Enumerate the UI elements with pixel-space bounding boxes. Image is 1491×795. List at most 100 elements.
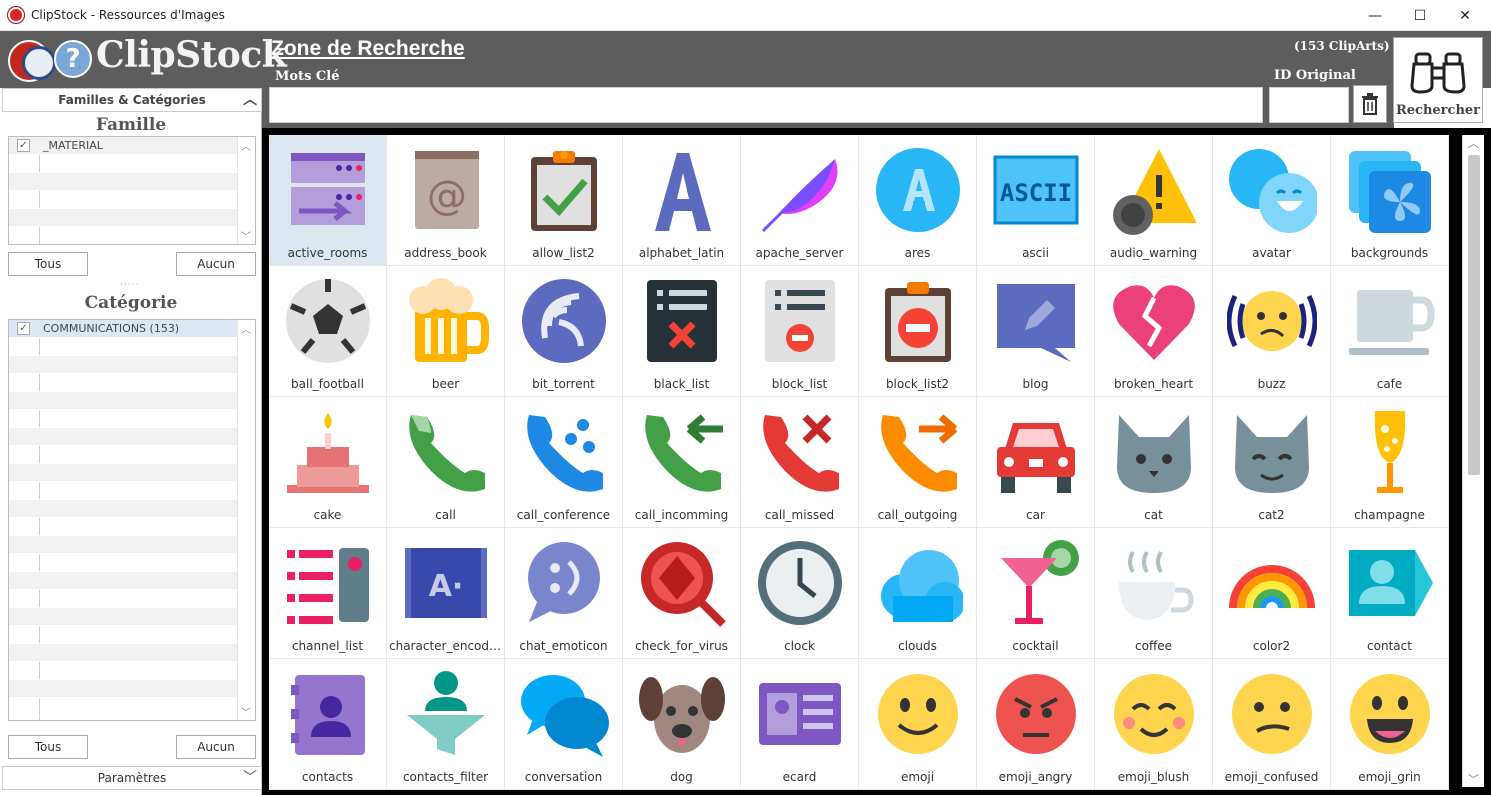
clipart-tile[interactable]: beer xyxy=(387,266,505,397)
clipart-tile[interactable]: blog xyxy=(977,266,1095,397)
clipart-tile[interactable]: cafe xyxy=(1331,266,1449,397)
scrollbar-thumb[interactable] xyxy=(1468,155,1480,475)
clipart-tile[interactable]: champagne xyxy=(1331,397,1449,528)
clipart-tile[interactable]: clock xyxy=(741,528,859,659)
clipart-label: emoji_grin xyxy=(1358,770,1421,784)
clipart-tile[interactable]: alphabet_latin xyxy=(623,135,741,266)
svg-text:ASCII: ASCII xyxy=(1000,179,1072,207)
clipart-label: broken_heart xyxy=(1113,377,1194,391)
clipart-tile[interactable]: contacts xyxy=(269,659,387,790)
categorie-none-button[interactable]: Aucun xyxy=(176,735,256,759)
clipart-tile[interactable]: avatar xyxy=(1213,135,1331,266)
clipart-tile[interactable]: cat xyxy=(1095,397,1213,528)
conversation-icon xyxy=(521,675,609,757)
clipart-tile[interactable]: coffee xyxy=(1095,528,1213,659)
clipart-tile[interactable]: A· character_encoding xyxy=(387,528,505,659)
clipart-tile[interactable]: cocktail xyxy=(977,528,1095,659)
clipart-tile[interactable]: call_incomming xyxy=(623,397,741,528)
minimize-button[interactable]: — xyxy=(1352,0,1398,31)
clipart-tile[interactable]: ecard xyxy=(741,659,859,790)
clipart-label: ecard xyxy=(782,770,817,784)
clipart-tile[interactable]: call xyxy=(387,397,505,528)
title-bar: ClipStock - Ressources d'Images — ☐ ✕ xyxy=(0,0,1491,31)
clipart-tile[interactable]: call_missed xyxy=(741,397,859,528)
checkbox[interactable]: ✓ xyxy=(17,139,30,152)
categorie-item[interactable]: ✓ COMMUNICATIONS (153) xyxy=(9,320,255,338)
clipart-tile[interactable]: emoji_grin xyxy=(1331,659,1449,790)
clear-button[interactable] xyxy=(1353,85,1387,123)
logo-text: ClipStock xyxy=(96,34,287,76)
close-button[interactable]: ✕ xyxy=(1442,0,1488,31)
parameters-button[interactable]: Paramètres ﹀ xyxy=(2,766,262,790)
categorie-all-button[interactable]: Tous xyxy=(8,735,88,759)
families-categories-header[interactable]: Familles & Catégories ︿ xyxy=(2,88,262,112)
clipart-tile[interactable]: call_conference xyxy=(505,397,623,528)
checkbox[interactable]: ✓ xyxy=(17,322,30,335)
phone-outgoing-icon xyxy=(881,414,958,492)
famille-item[interactable]: ✓ _MATERIAL xyxy=(9,137,255,155)
clipart-tile[interactable]: emoji_confused xyxy=(1213,659,1331,790)
clipart-tile[interactable]: check_for_virus xyxy=(623,528,741,659)
clipart-tile[interactable]: block_list2 xyxy=(859,266,977,397)
rooms-icon xyxy=(291,153,365,225)
clipart-tile[interactable]: emoji_angry xyxy=(977,659,1095,790)
original-id-input[interactable] xyxy=(1269,87,1349,123)
smiley-pair-icon xyxy=(1229,149,1317,233)
clipart-label: clock xyxy=(784,639,815,653)
clouds-icon xyxy=(881,550,963,622)
clipart-tile[interactable]: active_rooms xyxy=(269,135,387,266)
clipart-label: audio_warning xyxy=(1109,246,1198,260)
clipart-tile[interactable]: channel_list xyxy=(269,528,387,659)
clipart-label: character_encoding xyxy=(389,639,502,653)
clipart-tile[interactable]: emoji_blush xyxy=(1095,659,1213,790)
contacts-filter-icon xyxy=(407,671,485,755)
famille-all-button[interactable]: Tous xyxy=(8,252,88,276)
clipart-tile[interactable]: contact xyxy=(1331,528,1449,659)
famille-none-button[interactable]: Aucun xyxy=(176,252,256,276)
clipart-tile[interactable]: cat2 xyxy=(1213,397,1331,528)
maximize-button[interactable]: ☐ xyxy=(1397,0,1443,31)
clipart-tile[interactable]: cake xyxy=(269,397,387,528)
trash-icon xyxy=(1362,93,1378,115)
contact-icon xyxy=(1349,550,1433,616)
clipart-tile[interactable]: conversation xyxy=(505,659,623,790)
clipart-tile[interactable]: contacts_filter xyxy=(387,659,505,790)
keywords-label: Mots Clé xyxy=(275,69,340,84)
clipart-tile[interactable]: black_list xyxy=(623,266,741,397)
clipart-tile[interactable]: buzz xyxy=(1213,266,1331,397)
clipart-tile[interactable]: allow_list2 xyxy=(505,135,623,266)
clipart-tile[interactable]: backgrounds xyxy=(1331,135,1449,266)
clipart-tile[interactable]: car xyxy=(977,397,1095,528)
clipart-tile[interactable]: chat_emoticon xyxy=(505,528,623,659)
search-button-label: Rechercher xyxy=(1395,103,1481,118)
clipart-tile[interactable]: dog xyxy=(623,659,741,790)
clipart-tile[interactable]: ASCII ascii xyxy=(977,135,1095,266)
letter-a-icon xyxy=(655,153,711,231)
clipart-tile[interactable]: audio_warning xyxy=(1095,135,1213,266)
clipart-tile[interactable]: block_list xyxy=(741,266,859,397)
app-icon xyxy=(8,7,24,23)
gallery-scrollbar[interactable]: ︿ ﹀ xyxy=(1462,135,1484,787)
clipart-tile[interactable]: call_outgoing xyxy=(859,397,977,528)
clipart-tile[interactable]: broken_heart xyxy=(1095,266,1213,397)
binoculars-icon xyxy=(1410,52,1466,94)
clipart-tile[interactable]: color2 xyxy=(1213,528,1331,659)
clipart-tile[interactable]: clouds xyxy=(859,528,977,659)
clipart-tile[interactable]: ball_football xyxy=(269,266,387,397)
clipart-label: alphabet_latin xyxy=(638,246,725,260)
clipart-label: block_list xyxy=(771,377,828,391)
clipart-tile[interactable]: ares xyxy=(859,135,977,266)
splitter-handle[interactable]: ····· xyxy=(120,280,139,290)
clipart-label: ball_football xyxy=(291,377,364,391)
famille-scrollbar[interactable]: ︿ ﹀ xyxy=(237,137,255,244)
search-button[interactable]: Rechercher xyxy=(1393,37,1483,123)
block-clipboard-icon xyxy=(885,282,951,362)
keywords-input[interactable] xyxy=(269,87,1263,123)
clipart-tile[interactable]: bit_torrent xyxy=(505,266,623,397)
clipart-tile[interactable]: @ address_book xyxy=(387,135,505,266)
clipart-label: ares xyxy=(904,246,931,260)
chevron-down-icon: ﹀ xyxy=(243,770,257,786)
clipart-tile[interactable]: emoji xyxy=(859,659,977,790)
clipart-tile[interactable]: apache_server xyxy=(741,135,859,266)
categorie-scrollbar[interactable]: ︿ ﹀ xyxy=(237,320,255,720)
